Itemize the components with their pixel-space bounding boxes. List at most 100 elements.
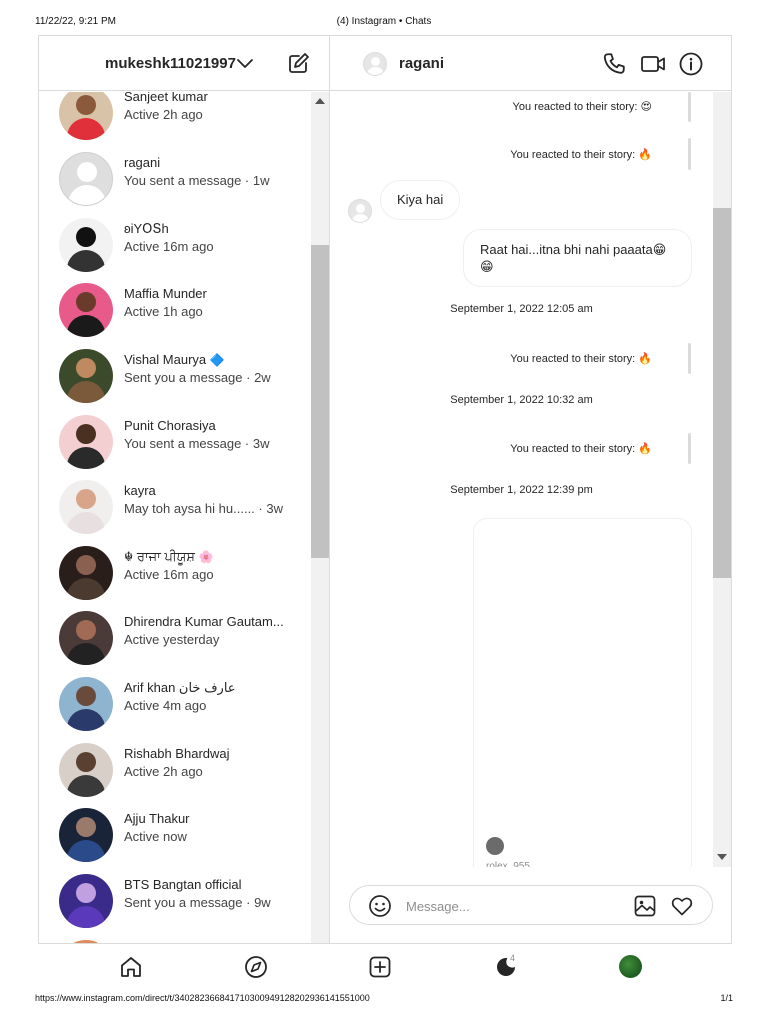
chat-item[interactable]: Sanjeet kumar Active 2h ago xyxy=(39,92,311,146)
chat-item[interactable]: ragani You sent a message · 1w xyxy=(39,146,311,212)
date-separator: September 1, 2022 12:05 am xyxy=(450,303,593,315)
chat-status: Sent you a message · 9w xyxy=(124,895,271,910)
story-thumbnail-bar[interactable] xyxy=(688,433,691,464)
chat-status: Active 16m ago xyxy=(124,239,214,254)
inbox-scrollbar[interactable] xyxy=(311,92,329,943)
chat-status: You sent a message · 1w xyxy=(124,173,270,188)
message-thread: You reacted to their story: 😍 You reacte… xyxy=(330,92,713,867)
avatar xyxy=(59,349,113,403)
avatar xyxy=(59,218,113,272)
story-reaction: You reacted to their story: 😍 xyxy=(512,101,652,113)
outgoing-message[interactable]: Raat hai...itna bhi nahi paaata😁 😁 xyxy=(463,229,692,287)
incoming-message[interactable]: Kiya hai xyxy=(380,180,461,220)
chat-name: Vishal Maurya 🔷 xyxy=(124,352,225,367)
avatar xyxy=(59,152,113,206)
chat-name: kayra xyxy=(124,483,156,498)
message-input[interactable] xyxy=(406,895,616,917)
chat-item[interactable]: Vishal Maurya 🔷 Sent you a message · 2w xyxy=(39,343,311,409)
chat-item[interactable]: Punit Chorasiya You sent a message · 3w xyxy=(39,409,311,475)
chat-status: Active 2h ago xyxy=(124,107,203,122)
chat-item[interactable] xyxy=(39,934,311,943)
avatar xyxy=(59,808,113,862)
scrollbar-thumb[interactable] xyxy=(713,208,731,578)
chat-list: Sanjeet kumar Active 2h ago ragani You s… xyxy=(39,92,311,943)
new-post-icon[interactable] xyxy=(368,955,392,979)
info-icon[interactable] xyxy=(678,51,704,77)
date-separator: September 1, 2022 12:39 pm xyxy=(450,484,593,496)
scrollbar-thumb[interactable] xyxy=(311,245,329,558)
avatar xyxy=(59,480,113,534)
verified-badge: 🔷 xyxy=(209,353,225,367)
heart-icon[interactable] xyxy=(670,894,694,918)
story-thumbnail-bar[interactable] xyxy=(688,92,691,122)
thread-scrollbar[interactable] xyxy=(713,92,731,867)
chat-name: Arif khan عارف خان xyxy=(124,680,236,695)
chat-status: Sent you a message · 2w xyxy=(124,370,271,385)
chat-item[interactable]: ☬ ਰਾਜਾ ਪੀਯੂਸ਼ 🌸 Active 16m ago xyxy=(39,540,311,606)
explore-icon[interactable] xyxy=(244,955,268,979)
avatar xyxy=(59,546,113,600)
chat-name: Sanjeet kumar xyxy=(124,92,208,104)
peer-avatar[interactable] xyxy=(363,52,387,76)
inbox-pane: mukeshk11021997 Sanjeet kumar Active 2h … xyxy=(39,36,330,943)
phone-icon[interactable] xyxy=(601,51,627,77)
story-reaction: You reacted to their story: 🔥 xyxy=(510,443,652,455)
home-icon[interactable] xyxy=(119,955,143,979)
scroll-up-icon[interactable] xyxy=(315,98,325,104)
chat-item[interactable]: Rishabh Bhardwaj Active 2h ago xyxy=(39,737,311,803)
chat-name: ʚiYՕՏh xyxy=(124,221,169,236)
avatar xyxy=(59,940,113,943)
profile-avatar[interactable] xyxy=(619,955,642,978)
avatar xyxy=(59,92,113,140)
chat-status: Active 2h ago xyxy=(124,764,203,779)
chat-item[interactable]: kayra May toh aysa hi hu...... · 3w xyxy=(39,474,311,540)
chat-item[interactable]: BTS Bangtan official Sent you a message … xyxy=(39,868,311,934)
print-header: 11/22/22, 9:21 PM (4) Instagram • Chats xyxy=(0,16,768,30)
bottom-navigation: 4 xyxy=(38,944,732,988)
image-icon[interactable] xyxy=(633,894,657,918)
instagram-direct-window: mukeshk11021997 Sanjeet kumar Active 2h … xyxy=(38,35,732,944)
emoji-icon[interactable] xyxy=(368,894,392,918)
sender-avatar[interactable] xyxy=(348,199,372,223)
chat-item[interactable]: Ajju Thakur Active now xyxy=(39,802,311,868)
story-thumbnail-bar[interactable] xyxy=(688,343,691,374)
scroll-down-icon[interactable] xyxy=(717,854,727,860)
message-composer xyxy=(349,885,713,925)
chat-item[interactable]: ʚiYՕՏh Active 16m ago xyxy=(39,212,311,278)
inbox-header: mukeshk11021997 xyxy=(39,36,329,91)
avatar xyxy=(59,283,113,337)
chat-status: May toh aysa hi hu...... · 3w xyxy=(124,501,283,516)
compose-icon[interactable] xyxy=(286,52,310,76)
story-thumbnail-bar[interactable] xyxy=(688,138,691,170)
conversation-pane: ragani You reacted to their story: 😍 You… xyxy=(330,36,732,943)
message-text-continued: 😁 xyxy=(480,259,494,274)
print-page-number: 1/1 xyxy=(720,993,733,1003)
chat-name: Maffia Munder xyxy=(124,286,207,301)
chat-name: Dhirendra Kumar Gautam... xyxy=(124,614,284,629)
avatar xyxy=(59,743,113,797)
post-author-avatar xyxy=(486,837,504,855)
conversation-header: ragani xyxy=(330,36,732,91)
chat-name: Ajju Thakur xyxy=(124,811,190,826)
story-reaction: You reacted to their story: 🔥 xyxy=(510,149,652,161)
chat-status: Active 4m ago xyxy=(124,698,207,713)
avatar xyxy=(59,415,113,469)
message-text: Kiya hai xyxy=(397,192,444,207)
avatar xyxy=(59,874,113,928)
message-text: Raat hai...itna bhi nahi paaata😁 xyxy=(480,242,667,257)
video-icon[interactable] xyxy=(640,51,666,77)
shared-post-card[interactable]: rolex_955 xyxy=(473,518,692,867)
chat-item[interactable]: Dhirendra Kumar Gautam... Active yesterd… xyxy=(39,605,311,671)
date-separator: September 1, 2022 10:32 am xyxy=(450,394,593,406)
post-author-name: rolex_955 xyxy=(486,861,530,867)
story-reaction: You reacted to their story: 🔥 xyxy=(510,353,652,365)
chat-name: BTS Bangtan official xyxy=(124,877,242,892)
chat-status: Active 1h ago xyxy=(124,304,203,319)
account-username[interactable]: mukeshk11021997 xyxy=(105,55,236,72)
chat-item[interactable]: Maffia Munder Active 1h ago xyxy=(39,277,311,343)
flower-emoji: 🌸 xyxy=(198,550,214,564)
chat-item[interactable]: Arif khan عارف خان Active 4m ago xyxy=(39,671,311,737)
peer-name[interactable]: ragani xyxy=(399,55,444,72)
chat-name: Rishabh Bhardwaj xyxy=(124,746,230,761)
chevron-down-icon[interactable] xyxy=(236,55,254,73)
